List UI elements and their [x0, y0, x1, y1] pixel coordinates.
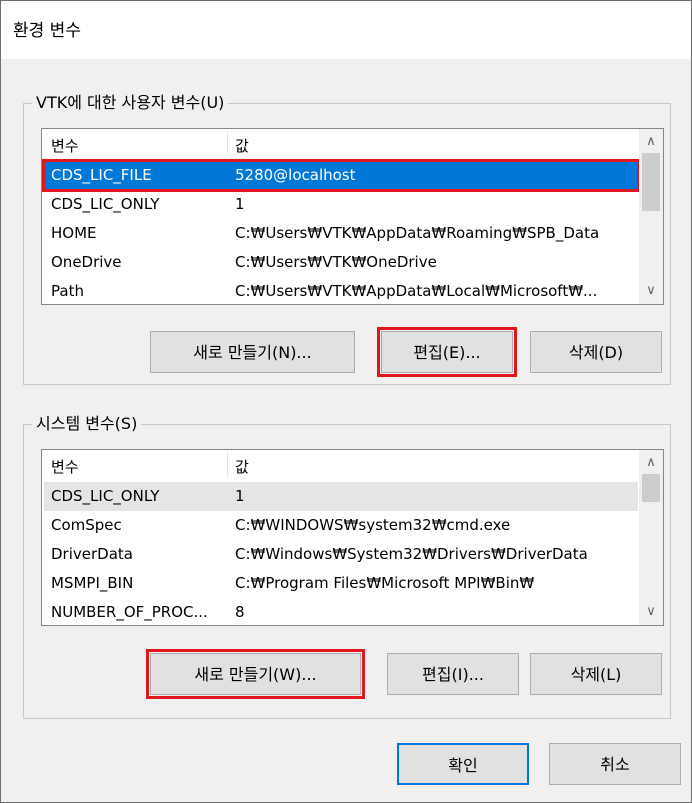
list-header: 변수 값	[42, 450, 638, 480]
edit-user-variable-button[interactable]: 편집(E)...	[377, 327, 517, 377]
row-variable-name: Path	[51, 282, 84, 300]
row-variable-value: C:₩WINDOWS₩system32₩cmd.exe	[235, 516, 511, 534]
table-row[interactable]: CDS_LIC_ONLY 1	[44, 482, 638, 511]
scrollbar-thumb[interactable]	[642, 474, 660, 502]
window-title: 환경 변수	[13, 21, 81, 41]
table-row[interactable]: MSMPI_BIN C:₩Program Files₩Microsoft MPI…	[44, 569, 638, 598]
row-variable-name: CDS_LIC_ONLY	[51, 195, 160, 213]
table-row[interactable]: Path C:₩Users₩VTK₩AppData₩Local₩Microsof…	[44, 277, 638, 304]
ok-button[interactable]: 확인	[397, 743, 529, 785]
row-variable-name: ComSpec	[51, 516, 122, 534]
row-variable-name: NUMBER_OF_PROC...	[51, 603, 208, 621]
column-header-variable[interactable]: 변수	[51, 135, 79, 156]
row-variable-name: CDS_LIC_ONLY	[51, 487, 160, 505]
column-header-value[interactable]: 값	[235, 135, 249, 156]
table-row[interactable]: DriverData C:₩Windows₩System32₩Drivers₩D…	[44, 540, 638, 569]
row-variable-value: C:₩Users₩VTK₩AppData₩Local₩Microsoft₩...	[235, 282, 598, 300]
table-row[interactable]: HOME C:₩Users₩VTK₩AppData₩Roaming₩SPB_Da…	[44, 219, 638, 248]
row-variable-name: DriverData	[51, 545, 133, 563]
title-bar: 환경 변수	[1, 1, 691, 59]
chevron-up-icon[interactable]: ∧	[639, 131, 663, 153]
row-variable-name: CDS_LIC_FILE	[51, 166, 152, 184]
table-row[interactable]: ComSpec C:₩WINDOWS₩system32₩cmd.exe	[44, 511, 638, 540]
row-variable-value: C:₩Windows₩System32₩Drivers₩DriverData	[235, 545, 588, 563]
vertical-scrollbar[interactable]: ∧ ∨	[639, 450, 663, 625]
chevron-down-icon[interactable]: ∨	[639, 601, 663, 623]
table-row[interactable]: CDS_LIC_FILE 5280@localhost	[42, 159, 640, 192]
row-variable-name: HOME	[51, 224, 97, 242]
new-user-variable-button[interactable]: 새로 만들기(N)...	[150, 331, 355, 373]
system-variables-group: 시스템 변수(S) 변수 값 CDS_LIC_ONLY 1 ComSpec C:…	[23, 413, 671, 719]
row-variable-value: C:₩Program Files₩Microsoft MPI₩Bin₩	[235, 574, 535, 592]
table-row[interactable]: NUMBER_OF_PROC... 8	[44, 598, 638, 625]
delete-user-variable-button[interactable]: 삭제(D)	[530, 331, 662, 373]
environment-variables-dialog: 환경 변수 VTK에 대한 사용자 변수(U) 변수 값 CDS_LIC_FIL…	[0, 0, 692, 803]
chevron-down-icon[interactable]: ∨	[639, 280, 663, 302]
edit-system-variable-button[interactable]: 편집(I)...	[387, 653, 519, 695]
system-variables-legend: 시스템 변수(S)	[32, 413, 142, 435]
row-variable-value: 8	[235, 603, 245, 621]
scrollbar-thumb[interactable]	[642, 153, 660, 211]
system-variables-list[interactable]: 변수 값 CDS_LIC_ONLY 1 ComSpec C:₩WINDOWS₩s…	[41, 449, 664, 626]
row-variable-name: OneDrive	[51, 253, 122, 271]
column-header-value[interactable]: 값	[235, 456, 249, 477]
row-variable-name: MSMPI_BIN	[51, 574, 134, 592]
list-header: 변수 값	[42, 129, 638, 159]
row-variable-value: 5280@localhost	[235, 166, 356, 184]
row-variable-value: 1	[235, 195, 245, 213]
vertical-scrollbar[interactable]: ∧ ∨	[639, 129, 663, 304]
chevron-up-icon[interactable]: ∧	[639, 452, 663, 474]
table-row[interactable]: CDS_LIC_ONLY 1	[44, 190, 638, 219]
row-variable-value: C:₩Users₩VTK₩OneDrive	[235, 253, 437, 271]
user-variables-group: VTK에 대한 사용자 변수(U) 변수 값 CDS_LIC_FILE 5280…	[23, 92, 671, 385]
row-variable-value: C:₩Users₩VTK₩AppData₩Roaming₩SPB_Data	[235, 224, 600, 242]
column-separator[interactable]	[227, 452, 228, 476]
user-variables-legend: VTK에 대한 사용자 변수(U)	[32, 92, 229, 114]
cancel-button[interactable]: 취소	[549, 743, 681, 785]
row-variable-value: 1	[235, 487, 245, 505]
table-row[interactable]: OneDrive C:₩Users₩VTK₩OneDrive	[44, 248, 638, 277]
user-variables-list[interactable]: 변수 값 CDS_LIC_FILE 5280@localhost CDS_LIC…	[41, 128, 664, 305]
column-separator[interactable]	[227, 131, 228, 155]
delete-system-variable-button[interactable]: 삭제(L)	[530, 653, 662, 695]
column-header-variable[interactable]: 변수	[51, 456, 79, 477]
new-system-variable-button[interactable]: 새로 만들기(W)...	[146, 649, 365, 699]
